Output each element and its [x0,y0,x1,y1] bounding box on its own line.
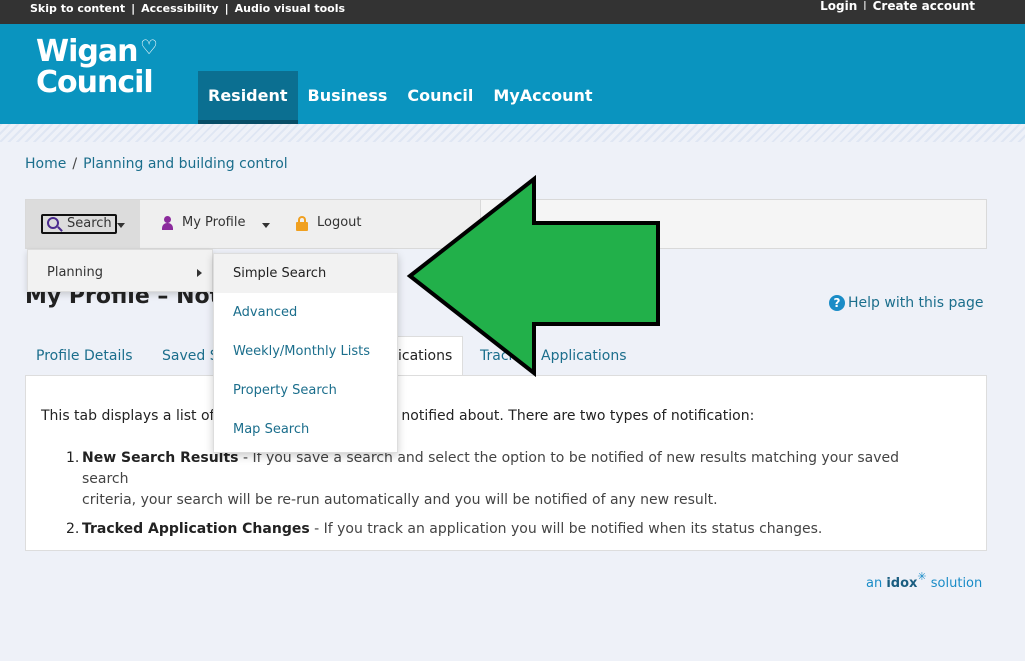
menu-item-advanced[interactable]: Advanced [214,293,397,332]
planning-submenu: Simple Search Advanced Weekly/Monthly Li… [213,253,398,453]
search-menu-button[interactable]: Search [26,200,140,248]
chevron-right-icon [197,269,202,277]
list-item-title: Tracked Application Changes [82,521,310,537]
header-stripe [0,124,1025,142]
audio-visual-tools-link[interactable]: Audio visual tools [235,2,345,15]
idox-star-icon: ✳ [917,570,927,583]
create-account-link[interactable]: Create account [873,0,975,13]
help-icon: ? [829,295,845,311]
list-item-desc: - If you track an application you will b… [309,521,823,537]
search-icon [47,217,59,229]
search-label: Search [67,216,112,231]
my-profile-label: My Profile [182,215,246,230]
nav-business[interactable]: Business [298,71,398,124]
skip-to-content-link[interactable]: Skip to content [30,2,125,15]
search-dropdown: Planning [27,249,213,292]
help-label: Help with this page [848,295,984,311]
notifications-panel: This tab displays a list of en notified a… [25,375,987,551]
tab-saved-searches[interactable]: Saved S [162,337,219,375]
list-item: 1. New Search Results - If you save a se… [66,448,946,511]
idox-brand: idox [886,576,918,591]
lock-icon [296,216,308,231]
utility-bar: Skip to content | Accessibility | Audio … [0,0,1025,24]
logout-button[interactable]: Logout [296,215,362,231]
menu-item-weekly-monthly-lists[interactable]: Weekly/Monthly Lists [214,332,397,371]
list-item-desc-cont: criteria, your search will be re-run aut… [82,492,718,508]
tab-profile-details[interactable]: Profile Details [36,337,133,375]
intro-part-1: This tab displays a list of [41,408,215,424]
list-number: 2. [66,521,80,537]
separator: | [131,2,136,15]
separator: | [863,1,867,11]
nav-council[interactable]: Council [397,71,483,124]
nav-myaccount[interactable]: MyAccount [483,71,602,124]
chevron-down-icon [262,223,270,228]
my-profile-menu-button[interactable]: My Profile [162,215,270,230]
planning-label: Planning [47,265,103,280]
idox-solution-logo: an idox✳ solution [866,570,983,591]
list-item: 2. Tracked Application Changes - If you … [66,519,946,540]
breadcrumb-planning[interactable]: Planning and building control [83,156,288,172]
breadcrumb: Home / Planning and building control [25,156,288,172]
breadcrumb-separator: / [72,156,78,172]
accessibility-link[interactable]: Accessibility [141,2,219,15]
help-link[interactable]: ? Help with this page [829,295,983,311]
main-nav: Resident Business Council MyAccount [198,71,603,124]
separator: | [224,2,229,15]
logo-line-2: Council [36,65,154,100]
list-number: 1. [66,450,80,466]
search-button-box[interactable]: Search [41,214,117,234]
idox-an: an [866,576,887,591]
notification-types-list: 1. New Search Results - If you save a se… [66,448,946,548]
site-header: Wigan Council ♡ Resident Business Counci… [0,24,1025,124]
intro-part-2: en notified about. There are two types o… [379,408,755,424]
logo-line-1: Wigan [36,34,138,69]
nav-resident[interactable]: Resident [198,71,298,124]
menu-item-planning[interactable]: Planning [28,250,212,291]
breadcrumb-home[interactable]: Home [25,156,66,172]
login-link[interactable]: Login [820,0,857,13]
wigan-council-logo[interactable]: Wigan Council ♡ [36,34,158,100]
chevron-down-icon [117,223,125,228]
menu-item-property-search[interactable]: Property Search [214,371,397,410]
idox-solution: solution [926,576,983,591]
heart-icon: ♡ [140,35,158,59]
menu-item-simple-search[interactable]: Simple Search [214,254,397,293]
menu-item-map-search[interactable]: Map Search [214,410,397,449]
user-icon [162,216,173,230]
green-arrow-annotation [406,175,660,377]
